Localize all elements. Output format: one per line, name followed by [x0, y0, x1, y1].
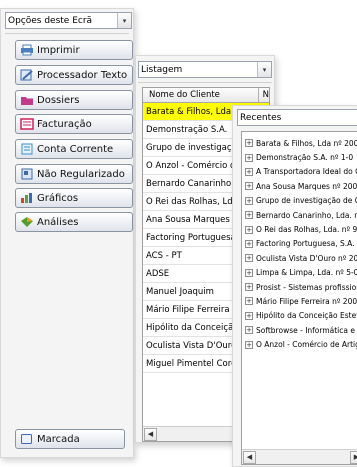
tree-item-label: Barata & Filhos, Lda nº 2002 [256, 138, 357, 148]
current-account-label: Conta Corrente [37, 143, 114, 155]
recent-combo-label: Recentes [240, 112, 282, 123]
checkbox-icon [19, 433, 34, 446]
unsettled-button[interactable]: Não Regularizado [15, 164, 133, 184]
current-account-button[interactable]: Conta Corrente [15, 139, 133, 159]
tree-item-label: Prosist - Sistemas profission [256, 282, 357, 292]
expand-icon[interactable]: + [245, 297, 253, 306]
tree-item[interactable]: + Ana Sousa Marques nº 2003 [242, 179, 357, 193]
tree-item-label: O Anzol - Comércio de Artig [256, 340, 357, 350]
expand-icon[interactable]: + [245, 268, 253, 277]
charts-button[interactable]: Gráficos [15, 188, 133, 208]
tree-item[interactable]: + Softbrowse - Informática e S [242, 323, 357, 337]
horizontal-scrollbar[interactable]: ◀ ▶ [242, 449, 357, 464]
tree-item[interactable]: + Grupo de investigação de G [242, 194, 357, 208]
analysis-button[interactable]: Análises [15, 212, 133, 232]
tree-item[interactable]: + Hipólito da Conceição Estev [242, 309, 357, 323]
tree-item-label: A Transportadora Ideal do C [256, 167, 357, 177]
analysis-icon [19, 216, 34, 229]
tree-item[interactable]: + Prosist - Sistemas profission [242, 280, 357, 294]
ledger-icon [19, 143, 34, 156]
folder-icon [19, 94, 34, 107]
tree-item[interactable]: + Limpa & Limpa, Lda. nº 5-0 [242, 266, 357, 280]
divider [138, 82, 272, 83]
tree-item[interactable]: + Bernardo Canarinho, Lda. n [242, 208, 357, 222]
scroll-left-icon[interactable]: ◀ [243, 450, 256, 464]
tree-item-label: Ana Sousa Marques nº 2003 [256, 181, 357, 191]
tree-item-label: Grupo de investigação de G [256, 196, 357, 206]
expand-icon[interactable]: + [245, 196, 253, 205]
tree-item-label: Oculista Vista D'Ouro nº 20 [256, 253, 357, 263]
client-list-header: Nome do Cliente N [143, 88, 269, 103]
expand-icon[interactable]: + [245, 239, 253, 248]
print-button[interactable]: Imprimir [15, 40, 133, 60]
printer-icon [19, 44, 34, 57]
text-processor-label: Processador Texto [37, 69, 128, 81]
expand-icon[interactable]: + [245, 254, 253, 263]
analysis-label: Análises [37, 216, 79, 228]
tree-item[interactable]: + O Anzol - Comércio de Artig [242, 337, 357, 351]
expand-icon[interactable]: + [245, 211, 253, 220]
options-combo-label: Opções deste Ecrã [8, 15, 93, 26]
tree-item[interactable]: + A Transportadora Ideal do C [242, 165, 357, 179]
expand-icon[interactable]: + [245, 153, 253, 162]
tree-item[interactable]: + Factoring Portuguesa, S.A. [242, 237, 357, 251]
expand-icon[interactable]: + [245, 340, 253, 349]
tree-item-label: Demonstração S.A. nº 1-0 [256, 153, 354, 163]
tree-item[interactable]: + Oculista Vista D'Ouro nº 20 [242, 251, 357, 265]
listing-combo-label: Listagem [141, 64, 183, 75]
dossiers-button[interactable]: Dossiers [15, 90, 133, 110]
recent-combo[interactable]: Recentes ▾ [237, 109, 357, 126]
chevron-down-icon[interactable]: ▾ [117, 13, 131, 28]
tree-item-label: Bernardo Canarinho, Lda. n [256, 210, 357, 220]
options-combo[interactable]: Opções deste Ecrã ▾ [5, 12, 132, 29]
pencil-icon [19, 69, 34, 82]
tree-item-label: Factoring Portuguesa, S.A. [256, 239, 355, 249]
column-header-client-name[interactable]: Nome do Cliente [143, 88, 259, 102]
divider [5, 33, 129, 34]
charts-label: Gráficos [37, 192, 79, 204]
scroll-right-icon[interactable]: ▶ [350, 450, 357, 464]
recent-tree: + Barata & Filhos, Lda nº 2002 + Demonstra… [241, 131, 357, 465]
scroll-left-icon[interactable]: ◀ [144, 427, 157, 441]
tree-item-label: O Rei das Rolhas, Lda. nº 9 [256, 225, 357, 235]
expand-icon[interactable]: + [245, 182, 253, 191]
tree-item[interactable]: + O Rei das Rolhas, Lda. nº 9 [242, 222, 357, 236]
tree-item-label: Limpa & Limpa, Lda. nº 5-0 [256, 268, 357, 278]
tree-item[interactable]: + Barata & Filhos, Lda nº 2002 [242, 136, 357, 150]
expand-icon[interactable]: + [245, 311, 253, 320]
invoice-icon [19, 118, 34, 131]
tree-item[interactable]: + Mário Filipe Ferreira nº 200 [242, 294, 357, 308]
invoicing-label: Facturação [37, 118, 92, 130]
chevron-down-icon[interactable]: ▾ [257, 62, 271, 77]
tree-item-label: Mário Filipe Ferreira nº 200 [256, 296, 357, 306]
warning-icon [19, 168, 34, 181]
marcada-label: Marcada [37, 433, 80, 445]
options-panel: Opções deste Ecrã ▾ Imprimir Processador… [0, 8, 134, 458]
column-header-number[interactable]: N [259, 88, 269, 102]
tree-item-label: Softbrowse - Informática e S [256, 325, 357, 335]
recent-panel: Recentes ▾ +Barata & Filhos, Lda nº 2002… [232, 105, 357, 467]
listing-combo[interactable]: Listagem ▾ [138, 61, 272, 78]
print-button-label: Imprimir [37, 44, 80, 56]
unsettled-label: Não Regularizado [37, 168, 125, 180]
expand-icon[interactable]: + [245, 283, 253, 292]
tree-item[interactable]: + Demonstração S.A. nº 1-0 [242, 150, 357, 164]
chart-icon [19, 192, 34, 205]
marcada-button[interactable]: Marcada [15, 429, 125, 449]
dossiers-label: Dossiers [37, 94, 80, 106]
expand-icon[interactable]: + [245, 167, 253, 176]
text-processor-button[interactable]: Processador Texto [15, 65, 133, 85]
expand-icon[interactable]: + [245, 139, 253, 148]
expand-icon[interactable]: + [245, 326, 253, 335]
expand-icon[interactable]: + [245, 225, 253, 234]
invoicing-button[interactable]: Facturação [15, 114, 133, 134]
tree-item-label: Hipólito da Conceição Estev [256, 311, 357, 321]
